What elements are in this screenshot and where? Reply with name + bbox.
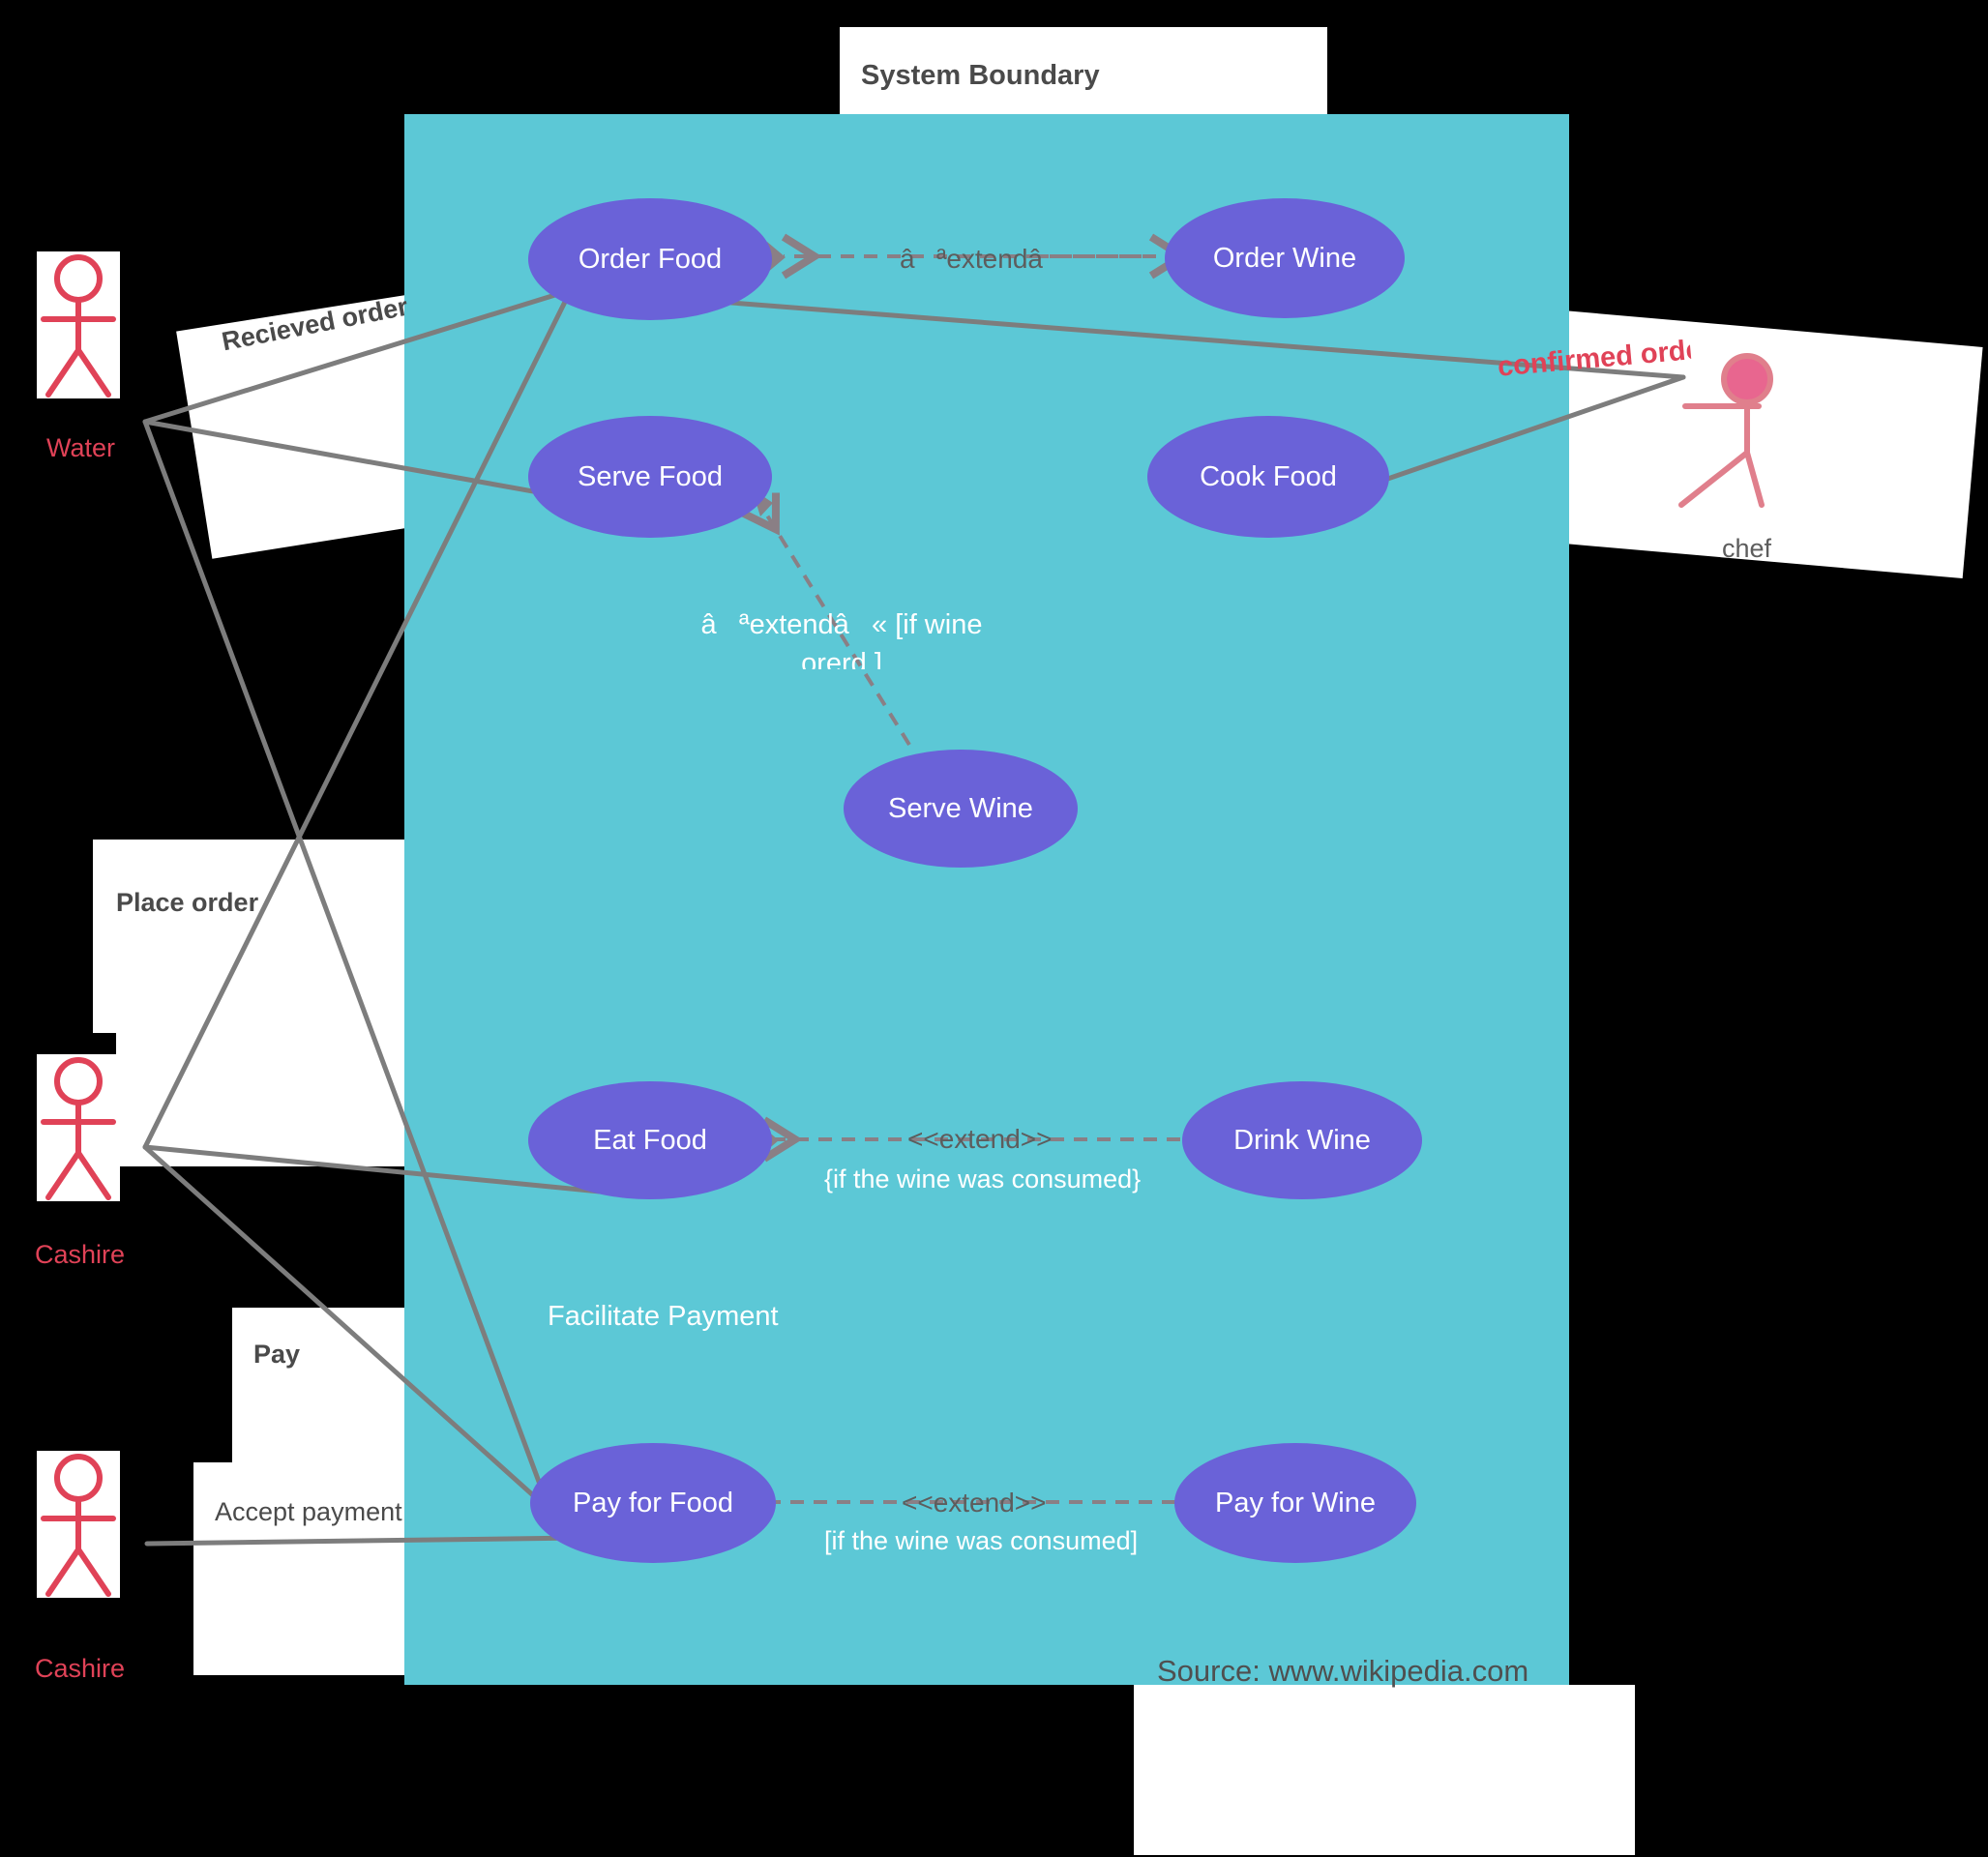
- extend-label-serve-wine: âªextendâ« [if wine was: [700, 609, 983, 646]
- note-card-cashire-mid: [116, 1031, 404, 1166]
- usecase-serve-wine-label: Serve Wine: [888, 792, 1033, 824]
- usecase-pay-for-wine-label: Pay for Wine: [1215, 1487, 1376, 1518]
- system-boundary-title: System Boundary: [861, 60, 1100, 91]
- usecase-pay-for-food-label: Pay for Food: [572, 1487, 734, 1518]
- actor-cashire-1-label: Cashire: [35, 1240, 126, 1269]
- usecase-drink-wine-label: Drink Wine: [1233, 1124, 1371, 1156]
- note-card-bottom-right: [1134, 1685, 1635, 1855]
- usecase-order-food[interactable]: Order Food: [528, 198, 772, 320]
- usecase-serve-wine[interactable]: Serve Wine: [844, 750, 1078, 868]
- note-card-place-order: [93, 840, 404, 1033]
- facilitate-payment-label: Facilitate Payment: [548, 1301, 779, 1332]
- usecase-eat-food-label: Eat Food: [593, 1124, 707, 1156]
- usecase-cook-food-label: Cook Food: [1200, 460, 1337, 492]
- usecase-pay-for-food[interactable]: Pay for Food: [530, 1443, 776, 1563]
- usecase-pay-for-wine[interactable]: Pay for Wine: [1174, 1443, 1416, 1563]
- system-boundary: [404, 114, 1569, 1685]
- usecase-order-wine[interactable]: Order Wine: [1165, 198, 1405, 318]
- usecase-eat-food[interactable]: Eat Food: [528, 1081, 772, 1199]
- usecase-drink-wine[interactable]: Drink Wine: [1182, 1081, 1422, 1199]
- extend-condition-drink-wine: {if the wine was consumed}: [824, 1164, 1142, 1194]
- usecase-cook-food[interactable]: Cook Food: [1147, 416, 1389, 538]
- usecase-order-wine-label: Order Wine: [1212, 242, 1357, 274]
- use-case-diagram: System Boundary Order Food Order Wine Se…: [0, 0, 1988, 1857]
- actor-cashire-2-box: [37, 1451, 120, 1598]
- association-label-accept-payment: Accept payment: [215, 1497, 402, 1526]
- extend-label-order-wine: âªextendâ: [900, 244, 1065, 274]
- association-label-place-order: Place order: [116, 888, 259, 917]
- note-card-accept-payment: [193, 1462, 404, 1675]
- extend-label-pay-for-wine: <<extend>>: [902, 1488, 1047, 1518]
- extend-label-drink-wine: <<extend>>: [907, 1124, 1053, 1154]
- actor-water-box: [37, 251, 120, 398]
- actor-water-label: Water: [46, 433, 116, 462]
- extend-condition-pay-for-wine: [if the wine was consumed]: [824, 1526, 1139, 1555]
- source-attribution: Source: www.wikipedia.com: [1157, 1654, 1529, 1688]
- usecase-serve-food[interactable]: Serve Food: [528, 416, 772, 538]
- actor-cashire-1-box: [37, 1054, 120, 1201]
- extend-condition-serve-wine: orerd ]: [801, 648, 882, 669]
- usecase-serve-food-label: Serve Food: [578, 460, 723, 492]
- association-label-pay: Pay: [253, 1340, 301, 1369]
- actor-chef-label: chef: [1722, 534, 1772, 563]
- usecase-order-food-label: Order Food: [578, 243, 723, 275]
- actor-cashire-2-label: Cashire: [35, 1654, 126, 1683]
